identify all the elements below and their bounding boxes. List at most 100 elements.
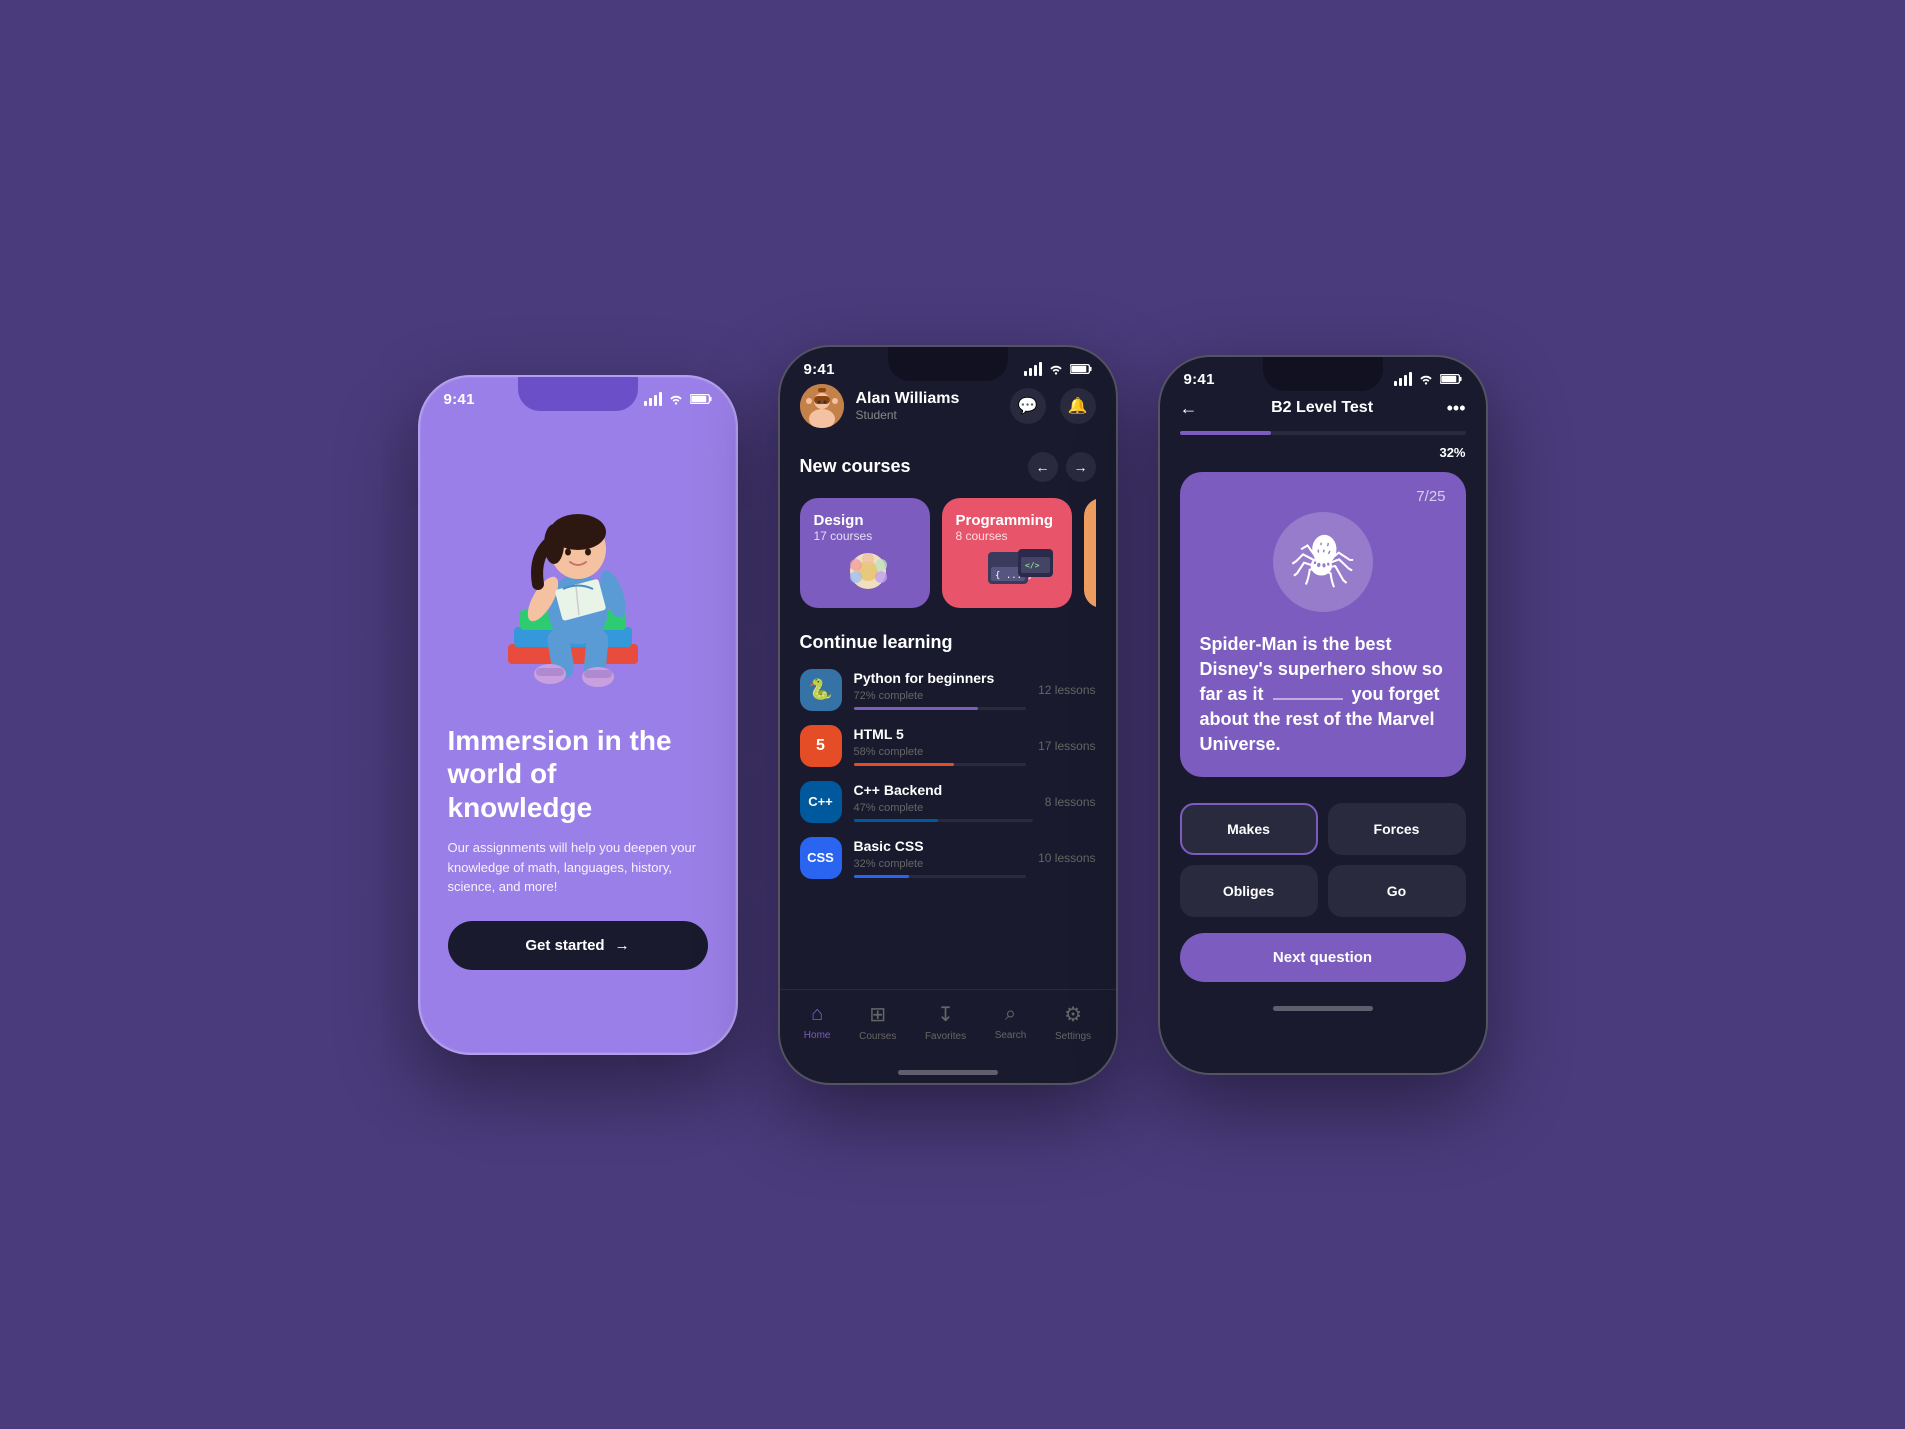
prog-card-count: 8 courses [956, 529, 1058, 543]
signal-icon-1 [644, 392, 662, 406]
design-card-count: 17 courses [814, 529, 916, 543]
status-icons-2 [1024, 362, 1092, 376]
progress-track [1180, 431, 1466, 435]
progress-bar-container [1160, 431, 1486, 435]
nav-home[interactable]: ⌂ Home [804, 1003, 831, 1041]
course-nav-arrows: ← → [1028, 452, 1096, 482]
new-courses-header: New courses ← → [800, 452, 1096, 482]
nav-search[interactable]: ⌕ Search [995, 1003, 1027, 1041]
battery-icon-2 [1070, 363, 1092, 375]
home-indicator-3 [1273, 1006, 1373, 1011]
status-icons-1 [644, 392, 712, 406]
python-progress-bar [854, 707, 1027, 710]
status-time-2: 9:41 [804, 361, 835, 378]
cpp-complete: 47% complete [854, 802, 1033, 814]
course-card-programming[interactable]: Programming 8 courses { ... } </> [942, 498, 1072, 608]
notifications-button[interactable]: 🔔 [1060, 388, 1096, 424]
status-icons-3 [1394, 372, 1462, 386]
spider-emoji: 🕷 [1273, 512, 1373, 612]
python-lessons: 12 lessons [1038, 683, 1095, 697]
phone-home: 9:41 [778, 345, 1118, 1085]
cpp-lessons: 8 lessons [1045, 795, 1096, 809]
prog-art: { ... } </> [956, 547, 1058, 607]
wifi-icon-1 [668, 393, 684, 405]
home-indicator-2 [898, 1070, 998, 1075]
back-button[interactable]: ← [1180, 398, 1198, 419]
bottom-nav: ⌂ Home ⊞ Courses ↧ Favorites ⌕ Search ⚙ … [780, 989, 1116, 1062]
question-text: Spider-Man is the best Disney's superher… [1200, 632, 1446, 758]
nav-settings[interactable]: ⚙ Settings [1055, 1002, 1091, 1042]
home-icon: ⌂ [811, 1003, 823, 1026]
css-progress-fill [854, 875, 909, 878]
html-icon: 5 [800, 725, 842, 767]
onboard-title: Immersion in the world of knowledge [448, 724, 708, 825]
css-info: Basic CSS 32% complete [854, 838, 1027, 878]
user-name: Alan Williams [856, 390, 960, 408]
phone-quiz: 9:41 ← B2 Level [1158, 355, 1488, 1075]
css-lessons: 10 lessons [1038, 851, 1095, 865]
continue-learning-header: Continue learning [800, 632, 1096, 653]
list-item[interactable]: CSS Basic CSS 32% complete 10 lessons [800, 837, 1096, 879]
courses-label: Courses [859, 1031, 896, 1042]
hero-illustration [420, 404, 736, 724]
courses-scroll: Design 17 courses [800, 498, 1096, 608]
cpp-icon: C++ [800, 781, 842, 823]
html-lessons: 17 lessons [1038, 739, 1095, 753]
cpp-name: C++ Backend [854, 782, 1033, 798]
answer-makes-button[interactable]: Makes [1180, 803, 1318, 855]
notch-2 [888, 347, 1008, 381]
html-progress-fill [854, 763, 954, 766]
user-header: Alan Williams Student 💬 🔔 [800, 384, 1096, 428]
user-role: Student [856, 408, 960, 422]
settings-icon: ⚙ [1064, 1002, 1082, 1027]
css-name: Basic CSS [854, 838, 1027, 854]
battery-icon-1 [690, 393, 712, 405]
get-started-button[interactable]: Get started → [448, 921, 708, 970]
prev-courses-button[interactable]: ← [1028, 452, 1058, 482]
svg-text:</>: </> [1025, 561, 1040, 570]
course-list: 🐍 Python for beginners 72% complete 12 l… [800, 669, 1096, 879]
design-card-label: Design [814, 512, 916, 529]
list-item[interactable]: 🐍 Python for beginners 72% complete 12 l… [800, 669, 1096, 711]
nav-favorites[interactable]: ↧ Favorites [925, 1002, 966, 1042]
html-info: HTML 5 58% complete [854, 726, 1027, 766]
quiz-title: B2 Level Test [1271, 399, 1373, 417]
css-icon: CSS [800, 837, 842, 879]
python-name: Python for beginners [854, 670, 1027, 686]
chat-button[interactable]: 💬 [1010, 388, 1046, 424]
courses-icon: ⊞ [869, 1002, 886, 1027]
more-button[interactable]: ••• [1447, 398, 1466, 419]
design-art [814, 543, 916, 603]
status-time-1: 9:41 [444, 391, 475, 408]
next-courses-button[interactable]: → [1066, 452, 1096, 482]
onboard-content: Immersion in the world of knowledge Our … [420, 724, 736, 998]
html-progress-bar [854, 763, 1027, 766]
nav-courses[interactable]: ⊞ Courses [859, 1002, 896, 1042]
python-progress-fill [854, 707, 978, 710]
signal-icon-2 [1024, 362, 1042, 376]
onboard-subtitle: Our assignments will help you deepen you… [448, 838, 708, 897]
cpp-info: C++ Backend 47% complete [854, 782, 1033, 822]
answers-grid: Makes Forces Obliges Go [1160, 803, 1486, 917]
signal-icon-3 [1394, 372, 1412, 386]
python-complete: 72% complete [854, 690, 1027, 702]
progress-label: 32% [1160, 441, 1486, 460]
answer-forces-button[interactable]: Forces [1328, 803, 1466, 855]
cpp-progress-bar [854, 819, 1033, 822]
html-complete: 58% complete [854, 746, 1027, 758]
prog-card-label: Programming [956, 512, 1058, 529]
list-item[interactable]: 5 HTML 5 58% complete 17 lessons [800, 725, 1096, 767]
new-courses-title: New courses [800, 456, 911, 477]
phone-onboarding: 9:41 [418, 375, 738, 1055]
answer-obliges-button[interactable]: Obliges [1180, 865, 1318, 917]
answer-go-button[interactable]: Go [1328, 865, 1466, 917]
wifi-icon-3 [1418, 373, 1434, 385]
settings-label: Settings [1055, 1031, 1091, 1042]
list-item[interactable]: C++ C++ Backend 47% complete 8 lessons [800, 781, 1096, 823]
course-card-lang[interactable]: Lan... 13 c... [1084, 498, 1096, 608]
progress-fill [1180, 431, 1272, 435]
blank [1273, 698, 1343, 700]
user-info: Alan Williams Student [800, 384, 960, 428]
course-card-design[interactable]: Design 17 courses [800, 498, 930, 608]
next-question-button[interactable]: Next question [1180, 933, 1466, 982]
